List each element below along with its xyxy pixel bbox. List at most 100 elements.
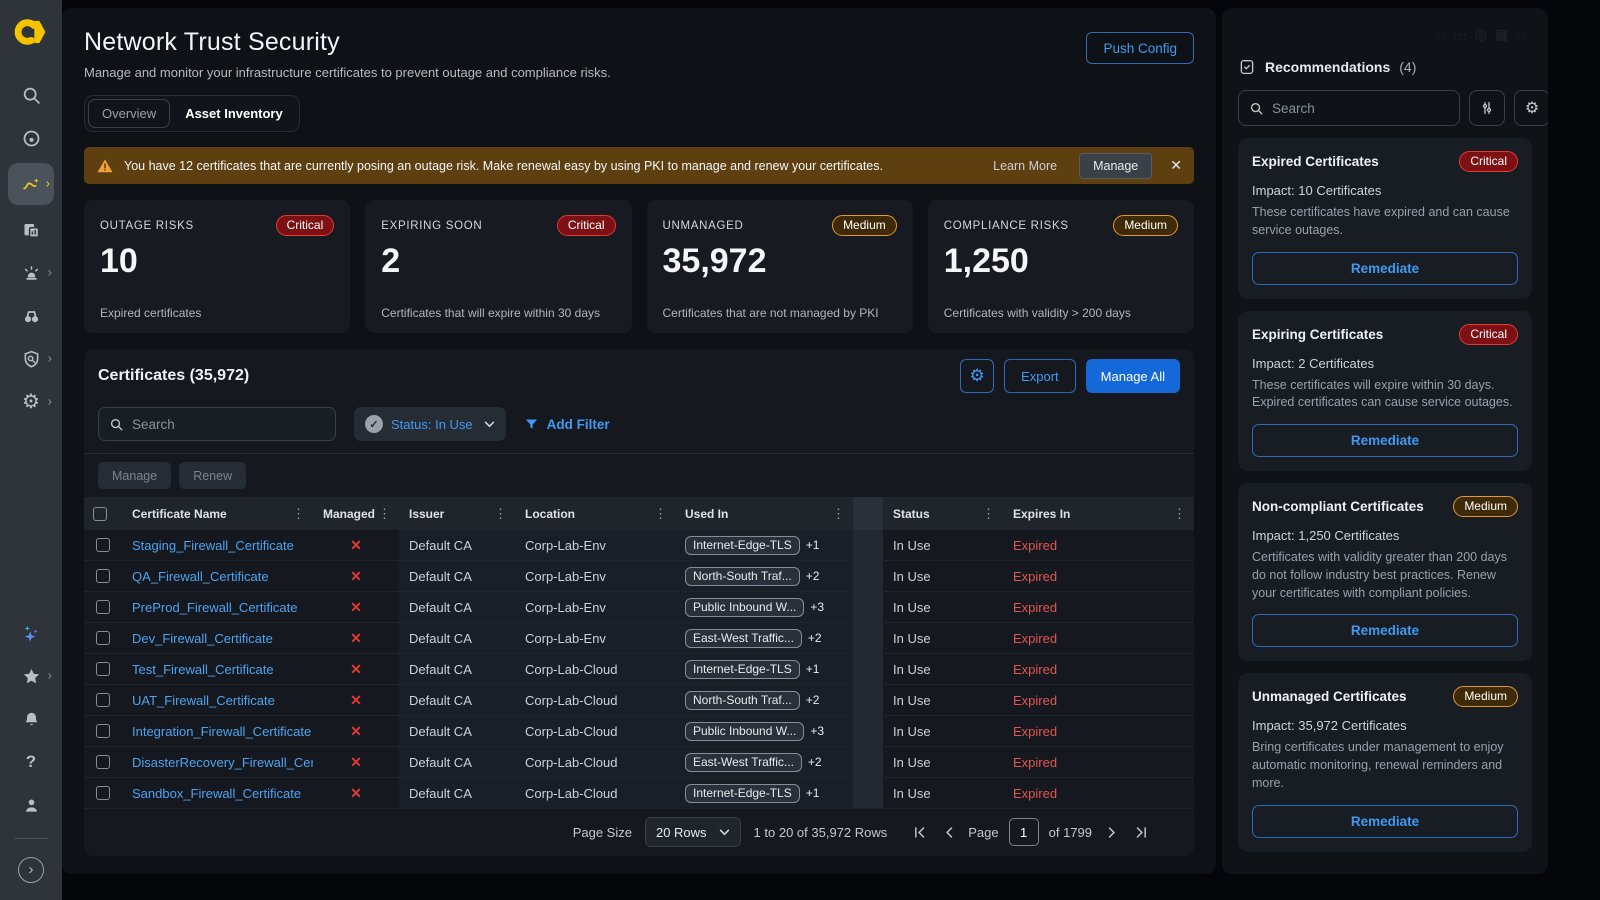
- location-cell: Corp-Lab-Env: [515, 623, 675, 653]
- used-in-chip[interactable]: Public Inbound W...: [685, 598, 804, 617]
- sidebar-item-ai-assistant[interactable]: [9, 615, 53, 651]
- recommendations-search-input[interactable]: [1272, 101, 1449, 116]
- last-page-button[interactable]: [1130, 821, 1152, 843]
- column-menu-icon[interactable]: ⋮: [376, 506, 393, 522]
- used-in-chip[interactable]: Internet-Edge-TLS: [685, 784, 800, 803]
- table-settings-button[interactable]: ⚙: [960, 359, 994, 393]
- row-checkbox[interactable]: [96, 662, 110, 676]
- column-menu-icon[interactable]: ⋮: [290, 506, 307, 522]
- row-checkbox[interactable]: [96, 631, 110, 645]
- select-all-checkbox[interactable]: [93, 507, 107, 521]
- tab-overview[interactable]: Overview: [88, 99, 170, 128]
- tab-asset-inventory[interactable]: Asset Inventory: [172, 100, 296, 127]
- pagination-bar: Page Size 20 Rows 1 to 20 of 35,972 Rows…: [84, 809, 1194, 856]
- sidebar-item-policy-audit[interactable]: ›: [9, 341, 53, 377]
- used-in-chip[interactable]: North-South Traf...: [685, 691, 800, 710]
- used-in-more-count[interactable]: +2: [808, 631, 822, 645]
- sidebar-item-network-trust[interactable]: ›: [8, 163, 54, 205]
- sidebar-collapse-button[interactable]: ›: [9, 852, 53, 888]
- page-number-input[interactable]: [1009, 818, 1039, 846]
- remediate-button[interactable]: Remediate: [1252, 614, 1518, 647]
- stat-value: 1,250: [944, 242, 1178, 281]
- close-icon[interactable]: ✕: [1170, 157, 1182, 174]
- export-button[interactable]: Export: [1004, 359, 1076, 393]
- row-checkbox[interactable]: [96, 755, 110, 769]
- row-checkbox[interactable]: [96, 786, 110, 800]
- certificate-link[interactable]: Test_Firewall_Certificate: [132, 662, 274, 677]
- used-in-more-count[interactable]: +1: [806, 662, 820, 676]
- used-in-more-count[interactable]: +2: [808, 755, 822, 769]
- recommendations-settings-button[interactable]: ⚙: [1514, 90, 1548, 126]
- certificate-link[interactable]: Dev_Firewall_Certificate: [132, 631, 273, 646]
- sidebar-item-target[interactable]: [9, 120, 53, 156]
- status-cell: In Use: [883, 561, 1003, 591]
- page-size-select[interactable]: 20 Rows: [645, 817, 741, 847]
- column-menu-icon[interactable]: ⋮: [652, 506, 669, 522]
- used-in-chip[interactable]: East-West Traffic...: [685, 753, 802, 772]
- column-menu-icon[interactable]: ⋮: [492, 506, 509, 522]
- used-in-more-count[interactable]: +2: [806, 693, 820, 707]
- certificate-link[interactable]: UAT_Firewall_Certificate: [132, 693, 275, 708]
- remediate-button[interactable]: Remediate: [1252, 252, 1518, 285]
- certificate-link[interactable]: Sandbox_Firewall_Certificate: [132, 786, 301, 801]
- stat-label: EXPIRING SOON: [381, 220, 482, 232]
- used-in-more-count[interactable]: +1: [806, 786, 820, 800]
- certificate-name-cell: Sandbox_Firewall_Certificate: [122, 778, 313, 808]
- stat-label: COMPLIANCE RISKS: [944, 220, 1069, 232]
- chevron-down-icon: [719, 829, 730, 836]
- recommendations-search[interactable]: [1238, 90, 1460, 126]
- status-filter-chip[interactable]: ✓ Status: In Use: [354, 407, 506, 441]
- sidebar-item-account[interactable]: [9, 787, 53, 823]
- row-checkbox[interactable]: [96, 569, 110, 583]
- learn-more-link[interactable]: Learn More: [993, 159, 1057, 173]
- certificates-search[interactable]: [98, 407, 336, 441]
- sidebar-item-favorites[interactable]: ›: [9, 658, 53, 694]
- bulk-manage-button[interactable]: Manage: [98, 462, 171, 489]
- sidebar-item-search[interactable]: [9, 77, 53, 113]
- sidebar-item-notifications[interactable]: [9, 701, 53, 737]
- recommendation-card: Expired Certificates Critical Impact: 10…: [1238, 138, 1532, 299]
- search-input[interactable]: [132, 417, 325, 432]
- used-in-chip[interactable]: Internet-Edge-TLS: [685, 660, 800, 679]
- next-page-button[interactable]: [1100, 821, 1122, 843]
- row-checkbox[interactable]: [96, 693, 110, 707]
- remediate-button[interactable]: Remediate: [1252, 424, 1518, 457]
- used-in-chip[interactable]: Public Inbound W...: [685, 722, 804, 741]
- column-menu-icon[interactable]: ⋮: [1171, 506, 1188, 522]
- sort-filter-button[interactable]: [1469, 90, 1505, 126]
- add-filter-button[interactable]: Add Filter: [524, 417, 610, 432]
- used-in-more-count[interactable]: +3: [810, 600, 824, 614]
- row-checkbox[interactable]: [96, 538, 110, 552]
- certificate-link[interactable]: PreProd_Firewall_Certificate: [132, 600, 297, 615]
- page-size-label: Page Size: [573, 825, 632, 840]
- used-in-chip[interactable]: East-West Traffic...: [685, 629, 802, 648]
- row-checkbox[interactable]: [96, 600, 110, 614]
- push-config-button[interactable]: Push Config: [1086, 32, 1194, 64]
- used-in-more-count[interactable]: +2: [806, 569, 820, 583]
- sidebar-item-dashboards[interactable]: [9, 212, 53, 248]
- certificate-link[interactable]: DisasterRecovery_Firewall_Certificate: [132, 755, 313, 770]
- severity-badge: Critical: [1459, 324, 1518, 345]
- row-checkbox-cell: [84, 623, 122, 653]
- used-in-more-count[interactable]: +3: [810, 724, 824, 738]
- first-page-button[interactable]: [908, 821, 930, 843]
- used-in-chip[interactable]: Internet-Edge-TLS: [685, 536, 800, 555]
- certificate-link[interactable]: Integration_Firewall_Certificate: [132, 724, 311, 739]
- sidebar-item-help[interactable]: ?: [9, 744, 53, 780]
- sidebar-item-settings[interactable]: ⚙ ›: [9, 384, 53, 420]
- used-in-chip[interactable]: North-South Traf...: [685, 567, 800, 586]
- remediate-button[interactable]: Remediate: [1252, 805, 1518, 838]
- column-menu-icon[interactable]: ⋮: [830, 506, 847, 522]
- banner-manage-button[interactable]: Manage: [1079, 153, 1152, 179]
- prev-page-button[interactable]: [938, 821, 960, 843]
- brand-logo-icon[interactable]: [12, 13, 50, 51]
- bulk-renew-button[interactable]: Renew: [179, 462, 246, 489]
- row-checkbox[interactable]: [96, 724, 110, 738]
- manage-all-button[interactable]: Manage All: [1086, 359, 1180, 393]
- certificate-link[interactable]: QA_Firewall_Certificate: [132, 569, 269, 584]
- certificate-link[interactable]: Staging_Firewall_Certificate: [132, 538, 294, 553]
- column-menu-icon[interactable]: ⋮: [980, 506, 997, 522]
- sidebar-item-alerts[interactable]: ›: [9, 255, 53, 291]
- sidebar-item-explore[interactable]: [9, 298, 53, 334]
- used-in-more-count[interactable]: +1: [806, 538, 820, 552]
